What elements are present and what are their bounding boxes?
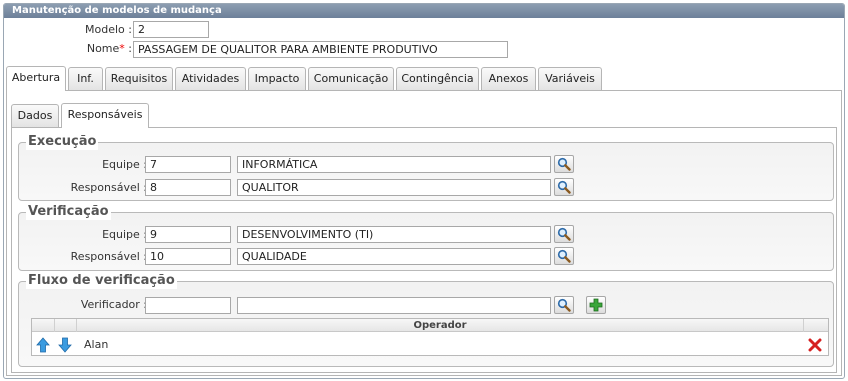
tab-anexos[interactable]: Anexos xyxy=(481,67,536,91)
execucao-equipe-label: Equipe : xyxy=(102,158,147,171)
verificacao-responsavel-search-button[interactable] xyxy=(554,247,574,265)
table-row: Alan xyxy=(32,333,828,355)
tab-abertura[interactable]: Abertura xyxy=(6,66,66,91)
tab-variaveis[interactable]: Variáveis xyxy=(538,67,602,91)
execucao-responsavel-code[interactable]: 8 xyxy=(145,179,231,196)
tab-dados[interactable]: Dados xyxy=(11,104,59,128)
move-down-button[interactable] xyxy=(57,337,73,353)
window-title: Manutenção de modelos de mudança xyxy=(4,4,844,18)
operador-cell: Alan xyxy=(84,338,109,351)
verificador-label: Verificador : xyxy=(80,298,147,311)
verificacao-responsavel-name[interactable]: QUALIDADE xyxy=(237,248,551,265)
verificador-code[interactable] xyxy=(145,297,231,314)
change-model-window: Manutenção de modelos de mudança Modelo … xyxy=(3,3,845,379)
verificacao-fieldset: Verificação Equipe : 9 DESENVOLVIMENTO (… xyxy=(18,204,834,271)
verificador-search-button[interactable] xyxy=(554,296,574,314)
verificacao-responsavel-code[interactable]: 10 xyxy=(145,248,231,265)
tab-contingencia[interactable]: Contingência xyxy=(396,67,479,91)
tab-comunicacao[interactable]: Comunicação xyxy=(308,67,394,91)
tab-impacto[interactable]: Impacto xyxy=(248,67,306,91)
modelo-label: Modelo : xyxy=(85,23,132,36)
search-icon xyxy=(557,249,571,263)
add-verificador-button[interactable] xyxy=(586,296,606,314)
tab-requisitos[interactable]: Requisitos xyxy=(105,67,173,91)
tab-responsaveis[interactable]: Responsáveis xyxy=(61,103,149,128)
verificacao-responsavel-label: Responsável : xyxy=(70,250,147,263)
fluxo-legend: Fluxo de verificação xyxy=(26,273,177,289)
verificacao-equipe-label: Equipe : xyxy=(102,228,147,241)
modelo-field[interactable]: 2 xyxy=(133,21,209,38)
execucao-equipe-search-button[interactable] xyxy=(554,155,574,173)
operador-column-header: Operador xyxy=(413,320,467,331)
execucao-equipe-code[interactable]: 7 xyxy=(145,156,231,173)
nome-label: Nome* : xyxy=(44,42,132,55)
nome-field[interactable]: PASSAGEM DE QUALITOR PARA AMBIENTE PRODU… xyxy=(133,41,508,58)
move-up-button[interactable] xyxy=(35,337,51,353)
nome-label-colon: : xyxy=(124,42,132,55)
verificador-name[interactable] xyxy=(237,297,551,314)
search-icon xyxy=(557,180,571,194)
search-icon xyxy=(557,298,571,312)
delete-x-icon xyxy=(808,338,822,352)
nome-label-text: Nome xyxy=(86,42,120,55)
execucao-fieldset: Execução Equipe : 7 INFORMÁTICA Responsá… xyxy=(18,134,834,201)
execucao-responsavel-name[interactable]: QUALITOR xyxy=(237,179,551,196)
operador-grid: Operador Alan xyxy=(31,318,829,356)
search-icon xyxy=(557,157,571,171)
verificacao-equipe-code[interactable]: 9 xyxy=(145,226,231,243)
verificacao-equipe-name[interactable]: DESENVOLVIMENTO (TI) xyxy=(237,226,551,243)
execucao-responsavel-label: Responsável : xyxy=(70,181,147,194)
plus-icon xyxy=(589,298,603,312)
tab-inf[interactable]: Inf. xyxy=(68,67,103,91)
verificacao-legend: Verificação xyxy=(26,204,111,220)
arrow-up-icon xyxy=(36,337,50,353)
execucao-equipe-name[interactable]: INFORMÁTICA xyxy=(237,156,551,173)
verificacao-equipe-search-button[interactable] xyxy=(554,225,574,243)
execucao-legend: Execução xyxy=(26,134,99,150)
arrow-down-icon xyxy=(58,337,72,353)
abertura-panel: Dados Responsáveis Execução Equipe : 7 I… xyxy=(6,90,842,376)
responsaveis-panel: Execução Equipe : 7 INFORMÁTICA Responsá… xyxy=(11,127,837,373)
delete-row-button[interactable] xyxy=(808,338,822,352)
operador-grid-header: Operador xyxy=(32,319,828,332)
tab-atividades[interactable]: Atividades xyxy=(175,67,246,91)
fluxo-fieldset: Fluxo de verificação Verificador : Opera… xyxy=(18,273,834,367)
search-icon xyxy=(557,227,571,241)
execucao-responsavel-search-button[interactable] xyxy=(554,178,574,196)
